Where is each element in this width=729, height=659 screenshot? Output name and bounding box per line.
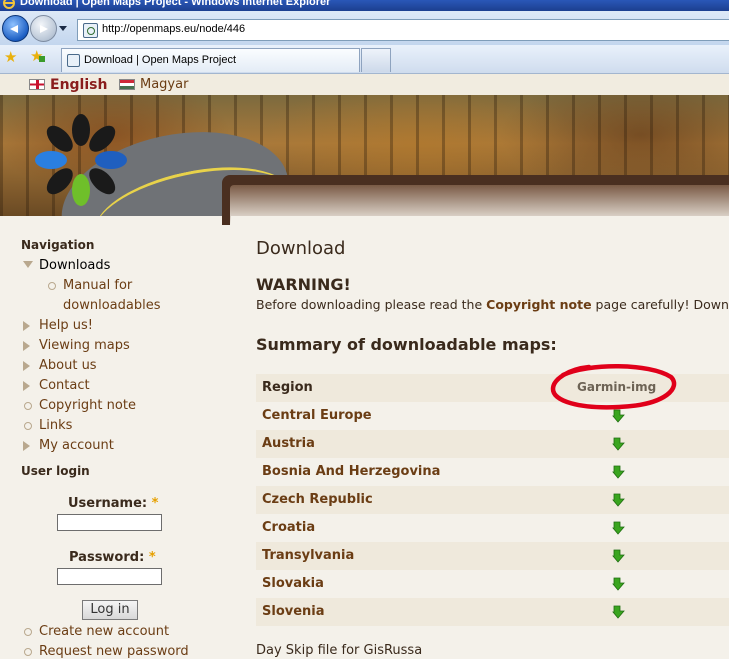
password-label: Password: * xyxy=(69,550,156,565)
tab-title: Download | Open Maps Project xyxy=(84,54,237,66)
navigation-bar: http://openmaps.eu/node/446 xyxy=(0,11,729,46)
history-dropdown-icon[interactable] xyxy=(59,26,67,31)
collapsed-arrow-icon xyxy=(23,361,30,371)
region-link[interactable]: Transylvania xyxy=(262,548,354,563)
download-arrow-icon[interactable] xyxy=(612,549,626,563)
sidebar-item-copyright-note[interactable]: Copyright note xyxy=(24,398,136,413)
required-marker: * xyxy=(148,550,156,565)
copyright-note-link[interactable]: Copyright note xyxy=(486,297,591,312)
login-button[interactable]: Log in xyxy=(82,600,138,620)
download-arrow-icon[interactable] xyxy=(612,437,626,451)
download-arrow-icon[interactable] xyxy=(612,521,626,535)
collapsed-arrow-icon xyxy=(23,321,30,331)
navigation-heading: Navigation xyxy=(21,238,95,252)
leaf-bullet-icon xyxy=(48,282,56,290)
username-input[interactable] xyxy=(57,514,162,531)
address-text[interactable]: http://openmaps.eu/node/446 xyxy=(102,23,245,35)
password-input[interactable] xyxy=(57,568,162,585)
required-marker: * xyxy=(151,496,159,511)
page-title: Download xyxy=(256,238,346,259)
download-arrow-icon[interactable] xyxy=(612,409,626,423)
download-arrow-icon[interactable] xyxy=(612,605,626,619)
ie-logo-icon xyxy=(3,0,15,9)
region-link[interactable]: Czech Republic xyxy=(262,492,373,507)
site-logo-icon[interactable] xyxy=(34,113,129,208)
sidebar-item-help-us[interactable]: Help us! xyxy=(23,318,93,333)
language-bar: English Magyar xyxy=(0,74,729,95)
download-arrow-icon[interactable] xyxy=(612,465,626,479)
leaf-bullet-icon xyxy=(24,648,32,656)
tab-bar: ★ ★ Download | Open Maps Project xyxy=(0,45,729,74)
user-login-heading: User login xyxy=(21,464,90,478)
table-row: Slovenia xyxy=(256,598,729,626)
window-title: Download | Open Maps Project - Windows I… xyxy=(20,0,331,8)
sidebar-item-manual[interactable]: Manual for xyxy=(48,278,132,293)
highlight-circle-annotation xyxy=(550,364,677,410)
sidebar-item-downloads[interactable]: Downloads xyxy=(23,258,110,273)
collapsed-arrow-icon xyxy=(23,381,30,391)
sidebar-item-contact[interactable]: Contact xyxy=(23,378,90,393)
table-row: Slovakia xyxy=(256,570,729,598)
leaf-bullet-icon xyxy=(24,422,32,430)
region-link[interactable]: Slovakia xyxy=(262,576,324,591)
region-link[interactable]: Slovenia xyxy=(262,604,325,619)
region-link[interactable]: Croatia xyxy=(262,520,315,535)
request-password-link[interactable]: Request new password xyxy=(24,644,189,659)
address-bar[interactable]: http://openmaps.eu/node/446 xyxy=(77,19,729,41)
download-arrow-icon[interactable] xyxy=(612,577,626,591)
table-row: Bosnia And Herzegovina xyxy=(256,458,729,486)
collapsed-arrow-icon xyxy=(23,341,30,351)
warning-text: Before downloading please read the Copyr… xyxy=(256,297,729,312)
hungary-flag-icon xyxy=(119,79,135,90)
expanded-arrow-icon xyxy=(23,261,33,268)
window-titlebar: Download | Open Maps Project - Windows I… xyxy=(0,0,729,11)
region-column-header[interactable]: Region xyxy=(262,380,313,395)
leaf-bullet-icon xyxy=(24,628,32,636)
leaf-bullet-icon xyxy=(24,402,32,410)
forward-button[interactable] xyxy=(30,15,57,42)
page-favicon-icon xyxy=(83,23,98,38)
region-link[interactable]: Austria xyxy=(262,436,315,451)
sidebar-item-about-us[interactable]: About us xyxy=(23,358,97,373)
warning-heading: WARNING! xyxy=(256,275,351,294)
table-row: Austria xyxy=(256,430,729,458)
sidebar-item-my-account[interactable]: My account xyxy=(23,438,114,453)
back-button[interactable] xyxy=(2,15,29,42)
region-link[interactable]: Bosnia And Herzegovina xyxy=(262,464,440,479)
table-row: Transylvania xyxy=(256,542,729,570)
favorites-star-icon[interactable]: ★ xyxy=(4,50,17,65)
collapsed-arrow-icon xyxy=(23,441,30,451)
new-tab-button[interactable] xyxy=(361,48,391,72)
add-favorite-icon[interactable]: ★ xyxy=(30,49,46,64)
uk-flag-icon xyxy=(29,79,45,90)
table-row: Czech Republic xyxy=(256,486,729,514)
sidebar-item-manual-cont[interactable]: downloadables xyxy=(63,298,160,313)
sidebar-item-links[interactable]: Links xyxy=(24,418,72,433)
main-content: Download WARNING! Before downloading ple… xyxy=(231,216,729,653)
sidebar: Navigation Downloads Manual for download… xyxy=(0,216,222,659)
summary-heading: Summary of downloadable maps: xyxy=(256,335,557,354)
tab-favicon-icon xyxy=(67,54,80,67)
create-account-link[interactable]: Create new account xyxy=(24,624,169,639)
tab-download[interactable]: Download | Open Maps Project xyxy=(61,48,360,72)
day-skip-link[interactable]: Day Skip file for GisRussa xyxy=(256,643,422,658)
region-link[interactable]: Central Europe xyxy=(262,408,372,423)
sidebar-item-viewing-maps[interactable]: Viewing maps xyxy=(23,338,130,353)
table-row: Croatia xyxy=(256,514,729,542)
username-label: Username: * xyxy=(68,496,159,511)
download-arrow-icon[interactable] xyxy=(612,493,626,507)
